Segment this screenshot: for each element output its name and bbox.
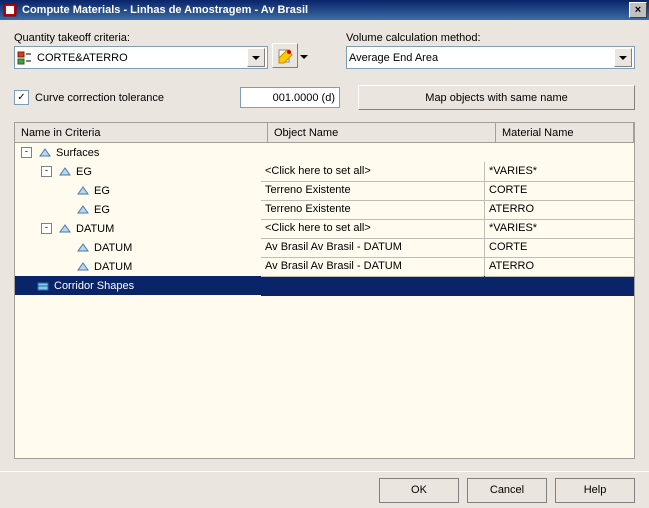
title-bar: Compute Materials - Linhas de Amostragem… [0, 0, 649, 20]
close-button[interactable]: × [629, 2, 647, 18]
object-name-cell[interactable]: Av Brasil Av Brasil - DATUM [261, 257, 485, 277]
surface-icon [76, 241, 90, 255]
col-header-object[interactable]: Object Name [268, 123, 496, 142]
grid-body: -Surfaces-EG<Click here to set all>*VARI… [15, 143, 634, 458]
surfaces-icon [38, 146, 52, 160]
surface-icon [58, 222, 72, 236]
object-name-cell[interactable] [261, 276, 485, 296]
ok-button[interactable]: OK [379, 478, 459, 503]
material-name-cell[interactable]: ATERRO [485, 200, 634, 220]
surface-icon [76, 184, 90, 198]
criteria-label: Quantity takeoff criteria: [14, 32, 266, 44]
volume-combo[interactable]: Average End Area [346, 46, 635, 69]
tree-expander[interactable]: - [21, 147, 32, 158]
volume-label: Volume calculation method: [346, 32, 635, 44]
object-name-cell[interactable]: Terreno Existente [261, 200, 485, 220]
col-header-material[interactable]: Material Name [496, 123, 634, 142]
materials-grid: Name in Criteria Object Name Material Na… [14, 122, 635, 459]
tree-row[interactable]: - Surfaces [15, 143, 634, 162]
grid-header: Name in Criteria Object Name Material Na… [15, 123, 634, 143]
tree-node-label: EG [76, 166, 92, 178]
object-name-cell[interactable]: <Click here to set all> [261, 219, 485, 239]
volume-value: Average End Area [349, 52, 614, 64]
object-name-cell[interactable]: Av Brasil Av Brasil - DATUM [261, 238, 485, 258]
edit-criteria-button[interactable] [272, 43, 298, 68]
cancel-button[interactable]: Cancel [467, 478, 547, 503]
surface-icon [76, 203, 90, 217]
object-name-cell[interactable]: Terreno Existente [261, 181, 485, 201]
material-name-cell[interactable]: CORTE [485, 238, 634, 258]
window-title: Compute Materials - Linhas de Amostragem… [22, 4, 629, 16]
chevron-down-icon [252, 56, 260, 60]
tree-node-label: Corridor Shapes [54, 280, 134, 292]
criteria-dropdown-button[interactable] [247, 48, 265, 67]
chevron-down-icon [619, 56, 627, 60]
tree-node-label: EG [94, 185, 110, 197]
material-name-cell[interactable]: *VARIES* [485, 162, 634, 182]
tree-row[interactable]: DATUM Av Brasil Av Brasil - DATUMATERRO [15, 257, 634, 276]
map-objects-button[interactable]: Map objects with same name [358, 85, 635, 110]
criteria-value: CORTE&ATERRO [37, 52, 247, 64]
tree-expander[interactable]: - [41, 166, 52, 177]
criteria-combo[interactable]: CORTE&ATERRO [14, 46, 268, 69]
tree-row[interactable]: DATUM Av Brasil Av Brasil - DATUMCORTE [15, 238, 634, 257]
curve-correction-label: Curve correction tolerance [35, 92, 164, 104]
material-name-cell[interactable] [485, 276, 634, 296]
tree-row[interactable]: EG Terreno ExistenteATERRO [15, 200, 634, 219]
tree-node-label: DATUM [94, 242, 132, 254]
object-name-cell[interactable]: <Click here to set all> [261, 162, 485, 182]
curve-correction-checkbox[interactable]: ✓ Curve correction tolerance [14, 90, 164, 105]
tree-node-label: Surfaces [56, 147, 99, 159]
app-icon [2, 2, 18, 18]
tree-row[interactable]: EG Terreno ExistenteCORTE [15, 181, 634, 200]
criteria-icon [17, 50, 33, 66]
surface-icon [76, 260, 90, 274]
tree-node-label: EG [94, 204, 110, 216]
help-button[interactable]: Help [555, 478, 635, 503]
material-name-cell[interactable]: *VARIES* [485, 219, 634, 239]
dialog-footer: OK Cancel Help [0, 471, 649, 508]
tree-row[interactable]: - DATUM <Click here to set all>*VARIES* [15, 219, 634, 238]
tree-row[interactable]: Corridor Shapes [15, 276, 634, 295]
chevron-down-icon[interactable] [300, 55, 308, 59]
tree-row[interactable]: - EG <Click here to set all>*VARIES* [15, 162, 634, 181]
col-header-name[interactable]: Name in Criteria [15, 123, 268, 142]
curve-correction-input[interactable]: 001.0000 (d) [240, 87, 340, 108]
tree-node-label: DATUM [76, 223, 114, 235]
volume-dropdown-button[interactable] [614, 48, 632, 67]
material-name-cell[interactable]: ATERRO [485, 257, 634, 277]
tree-expander[interactable]: - [41, 223, 52, 234]
material-name-cell[interactable]: CORTE [485, 181, 634, 201]
checkbox-icon: ✓ [14, 90, 29, 105]
corridor-icon [36, 279, 50, 293]
pencil-icon [277, 48, 293, 64]
surface-icon [58, 165, 72, 179]
tree-node-label: DATUM [94, 261, 132, 273]
